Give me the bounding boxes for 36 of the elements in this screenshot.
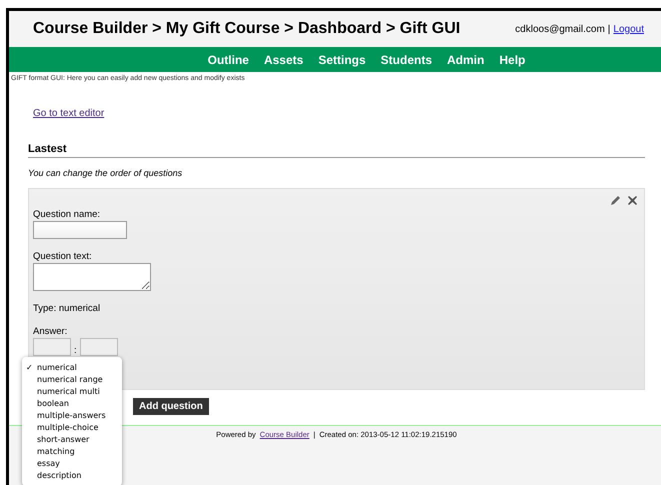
user-email: cdkloos@gmail.com [515,24,605,34]
menu-item[interactable]: numerical multi [22,385,122,398]
nav-link[interactable]: Students [380,52,432,66]
answer-field[interactable] [80,338,118,356]
text-editor-link[interactable]: Go to text editor [33,108,104,119]
nav-link[interactable]: Assets [264,52,304,66]
nav-link[interactable]: Admin [447,52,484,66]
menu-item[interactable]: multiple-answers [22,409,122,422]
logout-link[interactable]: Logout [613,24,644,34]
menu-item[interactable]: multiple-choice [22,421,122,434]
close-icon[interactable] [627,195,638,206]
nav-link[interactable]: Outline [208,52,249,66]
menu-item[interactable]: short-answer [22,434,122,446]
add-question-button[interactable]: Add question [133,398,209,415]
type-text: Type: numerical [33,303,100,314]
field-label: Question name: [33,209,100,220]
menu-item[interactable]: boolean [22,397,122,410]
menu-item[interactable]: numerical range [22,373,122,386]
question-text-field[interactable] [33,263,151,291]
answer-field[interactable] [33,338,71,356]
menu-item[interactable]: matching [22,446,122,458]
question-name-field[interactable] [33,221,127,239]
pencil-icon[interactable] [610,195,621,206]
menu-item[interactable]: description [22,470,122,482]
breadcrumb: Course Builder > My Gift Course > Dashboard > Gift GUI [33,20,460,38]
nav-link[interactable]: Settings [318,52,366,66]
check-icon: ✓ [26,362,33,372]
section-title: Lastest [28,143,645,158]
field-label: Answer: [33,326,68,337]
menu-item[interactable]: essay [22,458,122,470]
separator: : [74,345,77,356]
nav-link[interactable]: Help [499,52,526,66]
separator: | [608,24,610,34]
section-note: You can change the order of questions [28,168,184,178]
field-label: Question text: [33,251,92,262]
menu-item[interactable]: ✓ numerical [22,361,122,374]
